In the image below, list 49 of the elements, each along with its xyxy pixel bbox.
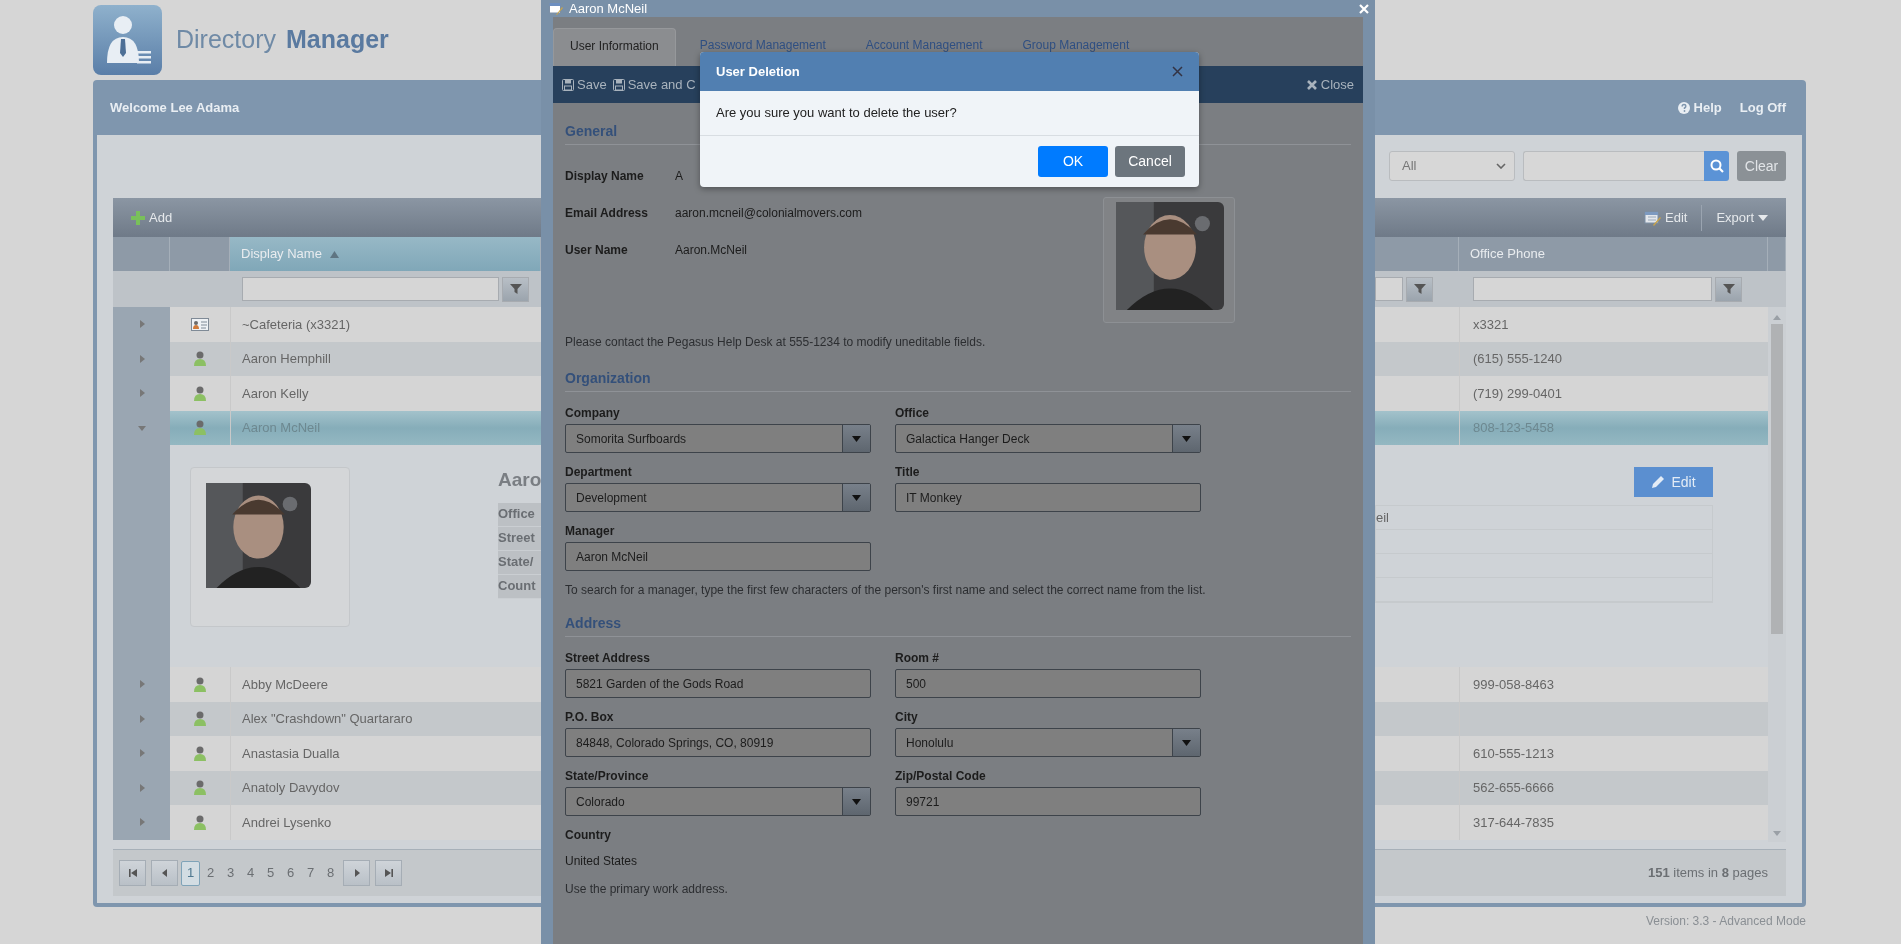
welcome-text: Welcome Lee Adama bbox=[110, 98, 240, 117]
version-text: Version: 3.3 - Advanced Mode bbox=[1645, 913, 1806, 930]
field-label: Email Address bbox=[565, 204, 649, 222]
field-label: State/Province bbox=[565, 768, 650, 785]
field-label: Street Address bbox=[565, 650, 651, 667]
detail-heading: Aaro bbox=[498, 468, 541, 492]
field-value: A bbox=[675, 167, 683, 185]
phone-number: x3321 bbox=[1473, 315, 1509, 334]
field-label: Room # bbox=[895, 650, 940, 667]
phone-number: 317-644-7835 bbox=[1473, 813, 1554, 832]
help-text: Use the primary work address. bbox=[565, 881, 729, 898]
person-name: Anatoly Davydov bbox=[242, 779, 340, 797]
help-text: To search for a manager, type the first few characters of the person's first name and select the correct name from the list. bbox=[565, 582, 1207, 599]
window-title: Aaron McNeil bbox=[569, 0, 649, 18]
person-name: Abby McDeere bbox=[242, 675, 328, 694]
app-title: Manager bbox=[286, 24, 389, 56]
field-label: Department bbox=[565, 464, 633, 481]
phone-number: 999-058-8463 bbox=[1473, 675, 1554, 694]
person-name: Alex "Crashdown" Quartararo bbox=[242, 710, 413, 728]
dialog-title: User Deletion bbox=[716, 62, 800, 81]
field-label: Manager bbox=[565, 523, 616, 540]
field-value: aaron.mcneil@colonialmovers.com bbox=[675, 204, 862, 222]
help-text: Please contact the Pegasus Help Desk at 555-1234 to modify uneditable fields. bbox=[565, 334, 987, 351]
field-label: Zip/Postal Code bbox=[895, 768, 987, 785]
field-label: Company bbox=[565, 405, 621, 422]
field-label: Title bbox=[895, 464, 921, 481]
detail-value: eil bbox=[1376, 508, 1389, 527]
field-value: Aaron.McNeil bbox=[675, 241, 748, 259]
person-name: ~Cafeteria (x3321) bbox=[242, 315, 351, 334]
phone-number: (615) 555-1240 bbox=[1473, 350, 1562, 368]
field-label: P.O. Box bbox=[565, 709, 615, 726]
phone-number: 562-655-6666 bbox=[1473, 779, 1554, 797]
field-label: Office bbox=[895, 405, 930, 422]
person-name: Andrei Lysenko bbox=[242, 813, 332, 832]
section-heading: Organization bbox=[565, 368, 1351, 392]
person-name: Anastasia Dualla bbox=[242, 744, 340, 763]
person-name: Aaron Hemphill bbox=[242, 350, 331, 368]
field-value: United States bbox=[565, 853, 639, 870]
dialog-message: Are you sure you want to delete the user? bbox=[716, 105, 957, 120]
section-heading: Address bbox=[565, 613, 1351, 637]
field-label: City bbox=[895, 709, 919, 726]
person-name: Aaron Kelly bbox=[242, 384, 309, 403]
app-title: Directory bbox=[176, 24, 276, 56]
phone-number: 610-555-1213 bbox=[1473, 744, 1554, 763]
field-label: Display Name bbox=[565, 167, 645, 185]
phone-number: (719) 299-0401 bbox=[1473, 384, 1562, 403]
field-label: User Name bbox=[565, 241, 629, 259]
pager-summary: 151 items in 8 pages bbox=[1648, 864, 1768, 883]
field-label: Country bbox=[565, 827, 612, 844]
